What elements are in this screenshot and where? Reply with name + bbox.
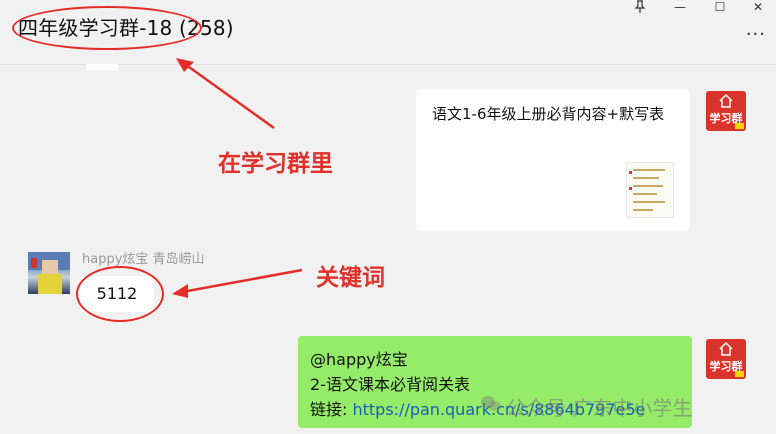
keyword-annotation: 关键词 (316, 265, 385, 291)
message-stub (86, 64, 118, 70)
chat-title: 四年级学习群-18 (258) (18, 16, 234, 40)
pin-icon[interactable] (620, 0, 660, 18)
wechat-watermark-icon (481, 396, 501, 411)
title-bar: 四年级学习群-18 (258) — ☐ ✕ ··· (0, 0, 776, 65)
group-annotation: 在学习群里 (218, 151, 333, 177)
reply-title: 2-语文课本必背阅关表 (310, 375, 470, 394)
group-arrow (176, 58, 275, 130)
keyword-message-text: 5112 (96, 284, 138, 303)
more-options-button[interactable]: ··· (746, 24, 766, 45)
reply-link-prefix: 链接: (310, 400, 353, 419)
minimize-button[interactable]: — (660, 0, 700, 18)
own-avatar-icon[interactable]: 学习群 (706, 339, 746, 379)
reply-mention: @happy炫宝 (310, 350, 408, 369)
close-button[interactable]: ✕ (738, 0, 776, 18)
doc-message-text: 语文1-6年级上册必背内容+默写表 (432, 105, 665, 123)
doc-message-bubble[interactable]: 语文1-6年级上册必背内容+默写表 (416, 89, 690, 231)
keyword-message-bubble[interactable]: 5112 (80, 276, 154, 312)
document-thumbnail[interactable] (626, 162, 674, 218)
app-avatar-icon[interactable]: 学习群 (706, 91, 746, 131)
keyword-arrow (172, 268, 303, 298)
maximize-button[interactable]: ☐ (700, 0, 740, 18)
watermark-text: 公众号·广东中小学生 (506, 396, 693, 420)
sender-avatar[interactable] (28, 252, 70, 294)
